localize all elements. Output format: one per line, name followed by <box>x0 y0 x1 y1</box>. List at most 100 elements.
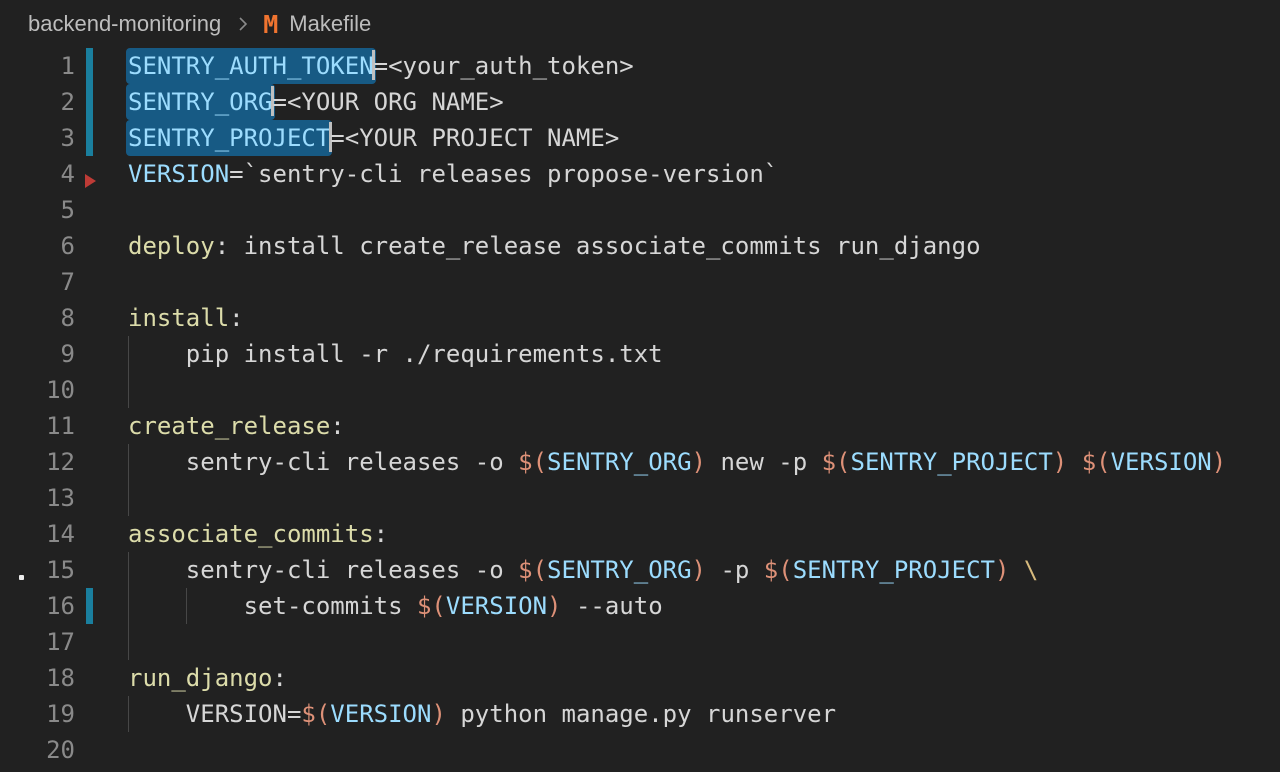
selected-text: SENTRY_AUTH_TOKEN <box>126 48 376 84</box>
selected-text: SENTRY_ORG <box>126 84 275 120</box>
line-number[interactable]: 10 <box>0 372 75 408</box>
line-number[interactable]: 19 <box>0 696 75 732</box>
git-modified-indicator <box>86 588 93 624</box>
code-token: ) <box>995 556 1009 584</box>
breadcrumb-file[interactable]: Makefile <box>289 11 371 37</box>
code-line[interactable]: 9 pip install -r ./requirements.txt <box>0 336 1280 372</box>
code-token: new -p <box>706 448 822 476</box>
code-token: $( <box>1082 448 1111 476</box>
git-modified-indicator <box>86 84 93 120</box>
code-line[interactable]: 8 install: <box>0 300 1280 336</box>
code-line[interactable]: 13 <box>0 480 1280 516</box>
code-text: VERSION=$(VERSION) python manage.py runs… <box>128 696 836 732</box>
code-token: : <box>374 520 388 548</box>
line-number[interactable]: 6 <box>0 228 75 264</box>
selected-text: SENTRY_PROJECT <box>126 120 332 156</box>
indent-guide <box>128 624 129 660</box>
line-number[interactable]: 2 <box>0 84 75 120</box>
code-token: -p <box>706 556 764 584</box>
line-number[interactable]: 13 <box>0 480 75 516</box>
line-number[interactable]: 14 <box>0 516 75 552</box>
code-token: sentry-cli releases -o <box>128 556 518 584</box>
code-line[interactable]: 20 <box>0 732 1280 768</box>
code-token: : <box>229 304 243 332</box>
code-line[interactable]: 18run_django: <box>0 660 1280 696</box>
code-line[interactable]: 11 create_release: <box>0 408 1280 444</box>
cursor-dot <box>19 575 24 580</box>
line-number[interactable]: 18 <box>0 660 75 696</box>
code-line[interactable]: 5 <box>0 192 1280 228</box>
code-text: sentry-cli releases -o $(SENTRY_ORG) new… <box>128 444 1226 480</box>
indent-guide <box>128 372 129 408</box>
code-text: associate_commits: <box>128 516 388 552</box>
code-token: SENTRY_PROJECT <box>793 556 995 584</box>
code-token: \ <box>1024 556 1038 584</box>
code-line[interactable]: 17 <box>0 624 1280 660</box>
code-token: =<YOUR ORG NAME> <box>273 88 504 116</box>
code-text: SENTRY_ORG=<YOUR ORG NAME> <box>128 84 504 120</box>
code-text: set-commits $(VERSION) --auto <box>128 588 663 624</box>
line-number[interactable]: 15 <box>0 552 75 588</box>
code-line[interactable]: 6 deploy: install create_release associat… <box>0 228 1280 264</box>
code-text: SENTRY_PROJECT=<YOUR PROJECT NAME> <box>128 120 619 156</box>
code-token: $( <box>822 448 851 476</box>
code-line[interactable]: 12 sentry-cli releases -o $(SENTRY_ORG) … <box>0 444 1280 480</box>
code-token: python manage.py runserver <box>446 700 836 728</box>
code-token: : <box>273 664 287 692</box>
editor[interactable]: 1 SENTRY_AUTH_TOKEN=<your_auth_token> 2 SEN… <box>0 48 1280 772</box>
code-line[interactable]: 16 set-commits $(VERSION) --auto <box>0 588 1280 624</box>
code-text: deploy: install create_release associate… <box>128 228 981 264</box>
code-token: : install create_release associate_commi… <box>215 232 981 260</box>
code-line[interactable]: 7 <box>0 264 1280 300</box>
code-token: ) <box>1053 448 1067 476</box>
code-token: : <box>330 412 344 440</box>
code-token: --auto <box>562 592 663 620</box>
code-token: install <box>128 304 229 332</box>
line-number[interactable]: 5 <box>0 192 75 228</box>
line-number[interactable]: 4 <box>0 156 75 192</box>
code-text: pip install -r ./requirements.txt <box>128 336 663 372</box>
line-number[interactable]: 8 <box>0 300 75 336</box>
line-number[interactable]: 1 <box>0 48 75 84</box>
line-number[interactable]: 16 <box>0 588 75 624</box>
line-number[interactable]: 11 <box>0 408 75 444</box>
code-token: sentry-cli releases -o <box>128 448 518 476</box>
code-line[interactable]: 15 sentry-cli releases -o $(SENTRY_ORG) … <box>0 552 1280 588</box>
code-token: $( <box>518 448 547 476</box>
code-token: set-commits <box>128 592 417 620</box>
breadcrumb: backend-monitoring M Makefile <box>0 0 1280 48</box>
code-token: SENTRY_ORG <box>547 448 692 476</box>
code-token: SENTRY_ORG <box>547 556 692 584</box>
code-token <box>1067 448 1081 476</box>
code-token: deploy <box>128 232 215 260</box>
code-text: create_release: <box>128 408 345 444</box>
code-line[interactable]: 10 <box>0 372 1280 408</box>
code-token: ) <box>692 448 706 476</box>
chevron-right-icon <box>235 14 251 34</box>
code-line[interactable]: 19 VERSION=$(VERSION) python manage.py r… <box>0 696 1280 732</box>
git-modified-indicator <box>86 48 93 84</box>
breadcrumb-project[interactable]: backend-monitoring <box>28 11 221 37</box>
line-number[interactable]: 9 <box>0 336 75 372</box>
line-number[interactable]: 3 <box>0 120 75 156</box>
code-token: $( <box>417 592 446 620</box>
line-number[interactable]: 17 <box>0 624 75 660</box>
code-token <box>1009 556 1023 584</box>
line-number[interactable]: 12 <box>0 444 75 480</box>
code-line[interactable]: 1 SENTRY_AUTH_TOKEN=<your_auth_token> <box>0 48 1280 84</box>
indent-guide <box>128 480 129 516</box>
code-token: $( <box>764 556 793 584</box>
code-text: SENTRY_AUTH_TOKEN=<your_auth_token> <box>128 48 634 84</box>
line-number[interactable]: 7 <box>0 264 75 300</box>
code-token: =<your_auth_token> <box>374 52 634 80</box>
line-number[interactable]: 20 <box>0 732 75 768</box>
code-token: $( <box>518 556 547 584</box>
code-line[interactable]: 14 associate_commits: <box>0 516 1280 552</box>
code-line[interactable]: 4VERSION=`sentry-cli releases propose-ve… <box>0 156 1280 192</box>
code-line[interactable]: 3 SENTRY_PROJECT=<YOUR PROJECT NAME> <box>0 120 1280 156</box>
code-token: ) <box>692 556 706 584</box>
code-line[interactable]: 2 SENTRY_ORG=<YOUR ORG NAME> <box>0 84 1280 120</box>
code-token: ) <box>547 592 561 620</box>
code-token: ) <box>1212 448 1226 476</box>
code-token: VERSION <box>330 700 431 728</box>
